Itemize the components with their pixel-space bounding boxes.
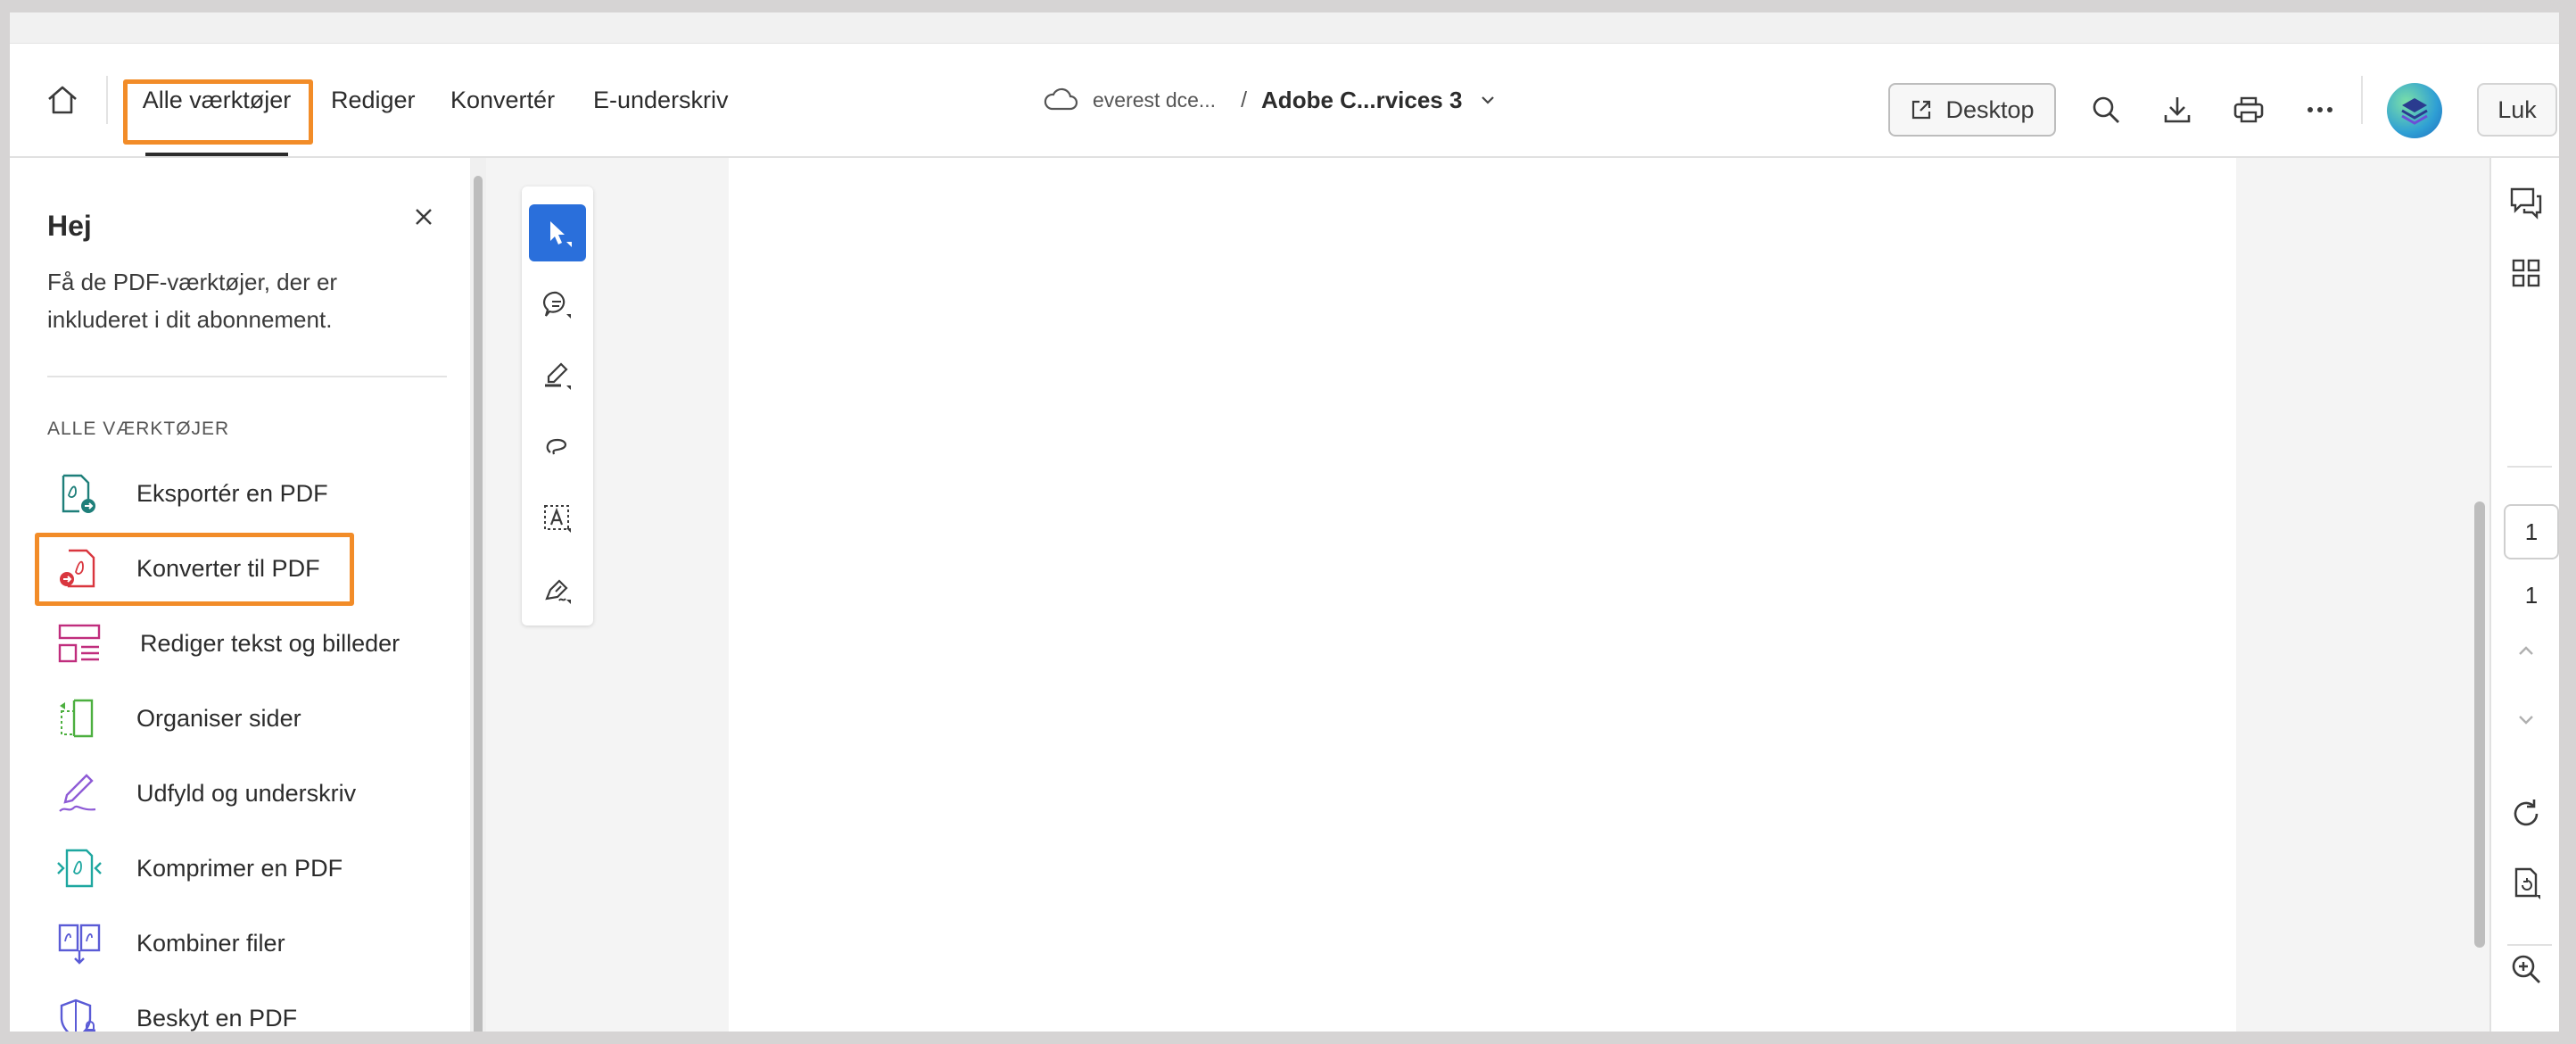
print-icon[interactable] [2224, 85, 2274, 135]
home-icon[interactable] [35, 72, 90, 128]
breadcrumb-location[interactable]: everest dce... [1093, 88, 1216, 112]
highlighter-icon [545, 362, 571, 390]
cloud-icon [1044, 87, 1078, 111]
tool-label: Komprimer en PDF [136, 854, 343, 882]
header-bar: Alle værktøjer Rediger Konvertér E-under… [10, 44, 2559, 158]
tool-label: Udfyld og underskriv [136, 779, 357, 807]
breadcrumb: everest dce... / Adobe C...rvices 3 [1043, 44, 1498, 156]
tool-protect-pdf[interactable]: Beskyt en PDF [10, 986, 456, 1032]
protect-pdf-icon [56, 997, 99, 1032]
header-divider [2361, 76, 2363, 124]
tab-edit[interactable]: Rediger [331, 44, 416, 156]
tools-panel: Hej Få de PDF-værktøjer, der er inkluder… [10, 158, 470, 1032]
freehand-tool-button[interactable] [529, 418, 586, 476]
current-page: 1 [2524, 518, 2539, 545]
panel-title: Hej [47, 210, 92, 242]
comments-icon[interactable] [2502, 178, 2550, 226]
tool-convert-to-pdf[interactable]: Konverter til PDF [10, 536, 456, 601]
app-window: Alle værktøjer Rediger Konvertér E-under… [10, 12, 2559, 1032]
panel-description: Få de PDF-værktøjer, der er inkluderet i… [47, 269, 338, 333]
edit-text-images-icon [56, 622, 101, 665]
top-strip [10, 12, 2559, 44]
sign-tool-button[interactable] [529, 561, 586, 618]
tool-label: Konverter til PDF [136, 554, 320, 582]
organize-pages-icon [56, 697, 99, 740]
highlight-tool-button[interactable] [529, 347, 586, 404]
panel-scrollbar[interactable] [470, 158, 486, 1032]
document-title[interactable]: Adobe C...rvices 3 [1261, 87, 1462, 114]
rail-divider [2507, 466, 2552, 468]
rail-divider [2507, 944, 2552, 946]
lasso-icon [546, 438, 566, 455]
text-box-tool-button[interactable] [529, 490, 586, 547]
grid-view-icon[interactable] [2502, 249, 2550, 297]
cursor-icon [550, 221, 572, 247]
close-icon[interactable] [408, 201, 440, 233]
tab-esign[interactable]: E-underskriv [593, 44, 729, 156]
more-options-icon[interactable] [2295, 85, 2345, 135]
pen-sign-icon [545, 579, 571, 604]
chevron-up-icon[interactable] [2502, 626, 2550, 675]
scrollbar-thumb[interactable] [474, 176, 483, 1032]
fill-sign-icon [56, 772, 99, 815]
search-icon[interactable] [2081, 85, 2131, 135]
zoom-in-icon[interactable] [2502, 945, 2550, 993]
open-in-desktop-button[interactable]: Desktop [1888, 83, 2056, 137]
avatar[interactable] [2387, 83, 2442, 138]
tool-label: Organiser sider [136, 704, 301, 732]
tool-organize-pages[interactable]: Organiser sider [10, 686, 456, 750]
comment-icon [543, 291, 571, 319]
tool-label: Eksportér en PDF [136, 479, 328, 507]
close-label: Luk [2498, 95, 2537, 123]
document-scrollbar[interactable] [2468, 158, 2489, 1032]
tool-edit-text-images[interactable]: Rediger tekst og billeder [10, 611, 456, 675]
comment-tool-button[interactable] [529, 276, 586, 333]
scrollbar-thumb[interactable] [2474, 501, 2485, 948]
section-label: ALLE VÆRKTØJER [47, 418, 230, 439]
tool-fill-sign[interactable]: Udfyld og underskriv [10, 761, 456, 825]
breadcrumb-separator: / [1241, 87, 1248, 112]
text-box-icon [544, 505, 571, 533]
tool-export-pdf[interactable]: Eksportér en PDF [10, 461, 456, 526]
chevron-down-icon[interactable] [1478, 90, 1498, 110]
download-icon[interactable] [2152, 85, 2202, 135]
tab-all-tools[interactable]: Alle værktøjer [143, 44, 291, 156]
chevron-down-icon[interactable] [2502, 696, 2550, 744]
page-settings-icon[interactable] [2502, 859, 2550, 907]
external-link-icon [1912, 100, 1931, 120]
compress-pdf-icon [56, 847, 102, 890]
export-pdf-icon [56, 472, 99, 515]
page-total: 1 [2524, 582, 2539, 609]
tab-label: E-underskriv [593, 86, 729, 113]
tool-label: Kombiner filer [136, 929, 285, 957]
select-tool-button[interactable] [529, 204, 586, 261]
close-button[interactable]: Luk [2477, 83, 2557, 137]
tool-compress-pdf[interactable]: Komprimer en PDF [10, 836, 456, 900]
rotate-icon[interactable] [2502, 790, 2550, 838]
tool-label: Rediger tekst og billeder [140, 629, 400, 657]
desktop-label: Desktop [1945, 95, 2035, 123]
header-divider [106, 76, 108, 124]
pdf-page[interactable] [729, 158, 2236, 1032]
tab-label: Alle værktøjer [142, 86, 292, 113]
convert-to-pdf-icon [56, 547, 99, 590]
tab-convert[interactable]: Konvertér [450, 44, 555, 156]
annotation-toolbar [522, 186, 593, 626]
tab-label: Rediger [331, 86, 416, 113]
tool-label: Beskyt en PDF [136, 1004, 298, 1032]
tab-label: Konvertér [450, 86, 556, 113]
panel-divider [47, 376, 447, 377]
tool-combine-files[interactable]: Kombiner filer [10, 911, 456, 975]
combine-files-icon [56, 922, 101, 965]
page-number-input[interactable]: 1 [2504, 504, 2559, 559]
